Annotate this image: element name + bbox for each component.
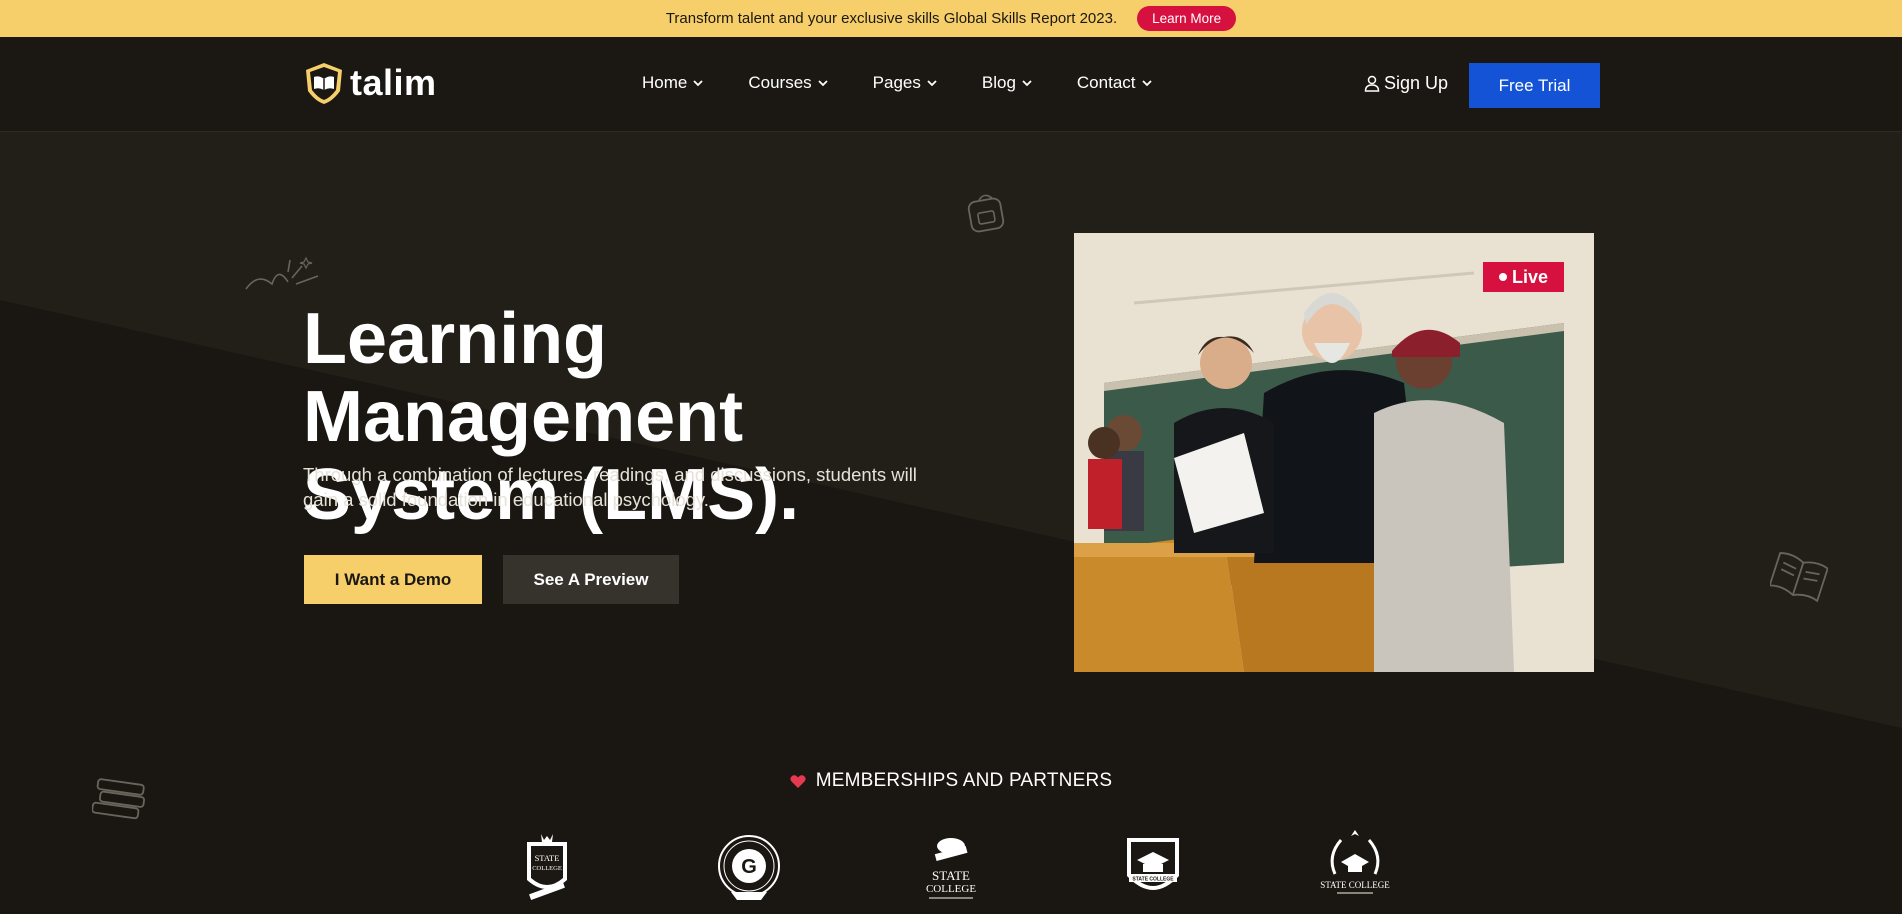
hero-classroom-image xyxy=(1074,233,1594,672)
nav-home-label: Home xyxy=(642,73,688,92)
user-icon xyxy=(1364,75,1380,92)
nav-blog-label: Blog xyxy=(981,73,1016,92)
chevron-down-icon xyxy=(693,80,703,87)
preview-button[interactable]: See A Preview xyxy=(503,555,679,604)
sparkle-doodle-icon xyxy=(245,256,319,290)
nav-contact[interactable]: Contact xyxy=(1077,73,1153,93)
state-college-shield-logo: STATE COLLEGE xyxy=(527,834,567,900)
logo[interactable]: talim xyxy=(303,61,437,105)
nav-courses-label: Courses xyxy=(748,73,812,92)
chevron-down-icon xyxy=(1022,80,1032,87)
nav-courses[interactable]: Courses xyxy=(748,73,828,93)
partner-logo-4-text: STATE COLLEGE xyxy=(1132,877,1174,883)
announcement-text: Transform talent and your exclusive skil… xyxy=(665,10,1118,27)
partner-logo-1-line2: COLLEGE xyxy=(532,865,562,872)
state-college-cap-logo: STATE COLLEGE xyxy=(1127,838,1179,890)
partner-logo-2-text: G xyxy=(741,856,757,878)
partners-heading: MEMBERSHIPS AND PARTNERS xyxy=(0,770,1902,792)
state-college-laurel-logo: STATE COLLEGE xyxy=(1320,830,1390,894)
logo-text: talim xyxy=(350,62,437,103)
nav-contact-label: Contact xyxy=(1076,73,1136,92)
nav-blog[interactable]: Blog xyxy=(982,73,1033,93)
demo-button[interactable]: I Want a Demo xyxy=(304,555,482,604)
nav-pages-label: Pages xyxy=(872,73,921,92)
sign-up-label: Sign Up xyxy=(1384,73,1449,93)
partner-logo-5-text: STATE COLLEGE xyxy=(1320,880,1390,890)
g-emblem-logo: G xyxy=(718,835,780,900)
learn-more-button[interactable]: Learn More xyxy=(1137,6,1237,31)
open-book-doodle-icon xyxy=(1770,552,1828,603)
announcement-bar: Transform talent and your exclusive skil… xyxy=(0,0,1902,37)
state-college-scroll-logo: STATE COLLEGE xyxy=(926,838,976,899)
sign-up-link[interactable]: Sign Up xyxy=(1364,73,1448,94)
chevron-down-icon xyxy=(1141,80,1152,87)
hero-description: Through a combination of lectures, readi… xyxy=(303,464,917,510)
heart-icon xyxy=(790,774,806,788)
main-nav: Home Courses Pages Blog Contact xyxy=(642,73,1197,93)
free-trial-button[interactable]: Free Trial xyxy=(1469,63,1600,108)
partners-title: MEMBERSHIPS AND PARTNERS xyxy=(815,770,1113,791)
backpack-doodle-icon xyxy=(967,194,1005,233)
partner-logo-3-line1: STATE xyxy=(932,868,970,883)
nav-pages[interactable]: Pages xyxy=(873,73,938,93)
live-badge-label: Live xyxy=(1511,266,1549,287)
live-dot-icon xyxy=(1498,273,1507,281)
book-shield-icon xyxy=(306,63,342,104)
hero-title-line1: Learning Management xyxy=(303,299,744,457)
chevron-down-icon xyxy=(818,80,828,87)
partner-logo-1-line1: STATE xyxy=(535,853,560,863)
site-header: talim Home Courses Pages Blog Contact Si… xyxy=(0,37,1902,132)
chevron-down-icon xyxy=(927,80,937,87)
live-badge: Live xyxy=(1483,262,1564,292)
classroom-illustration xyxy=(1074,233,1594,672)
partner-logos: STATE COLLEGE G STATE COLLEGE STATE COLL… xyxy=(0,828,1902,908)
partner-logo-3-line2: COLLEGE xyxy=(926,883,976,895)
nav-home[interactable]: Home xyxy=(642,73,704,93)
